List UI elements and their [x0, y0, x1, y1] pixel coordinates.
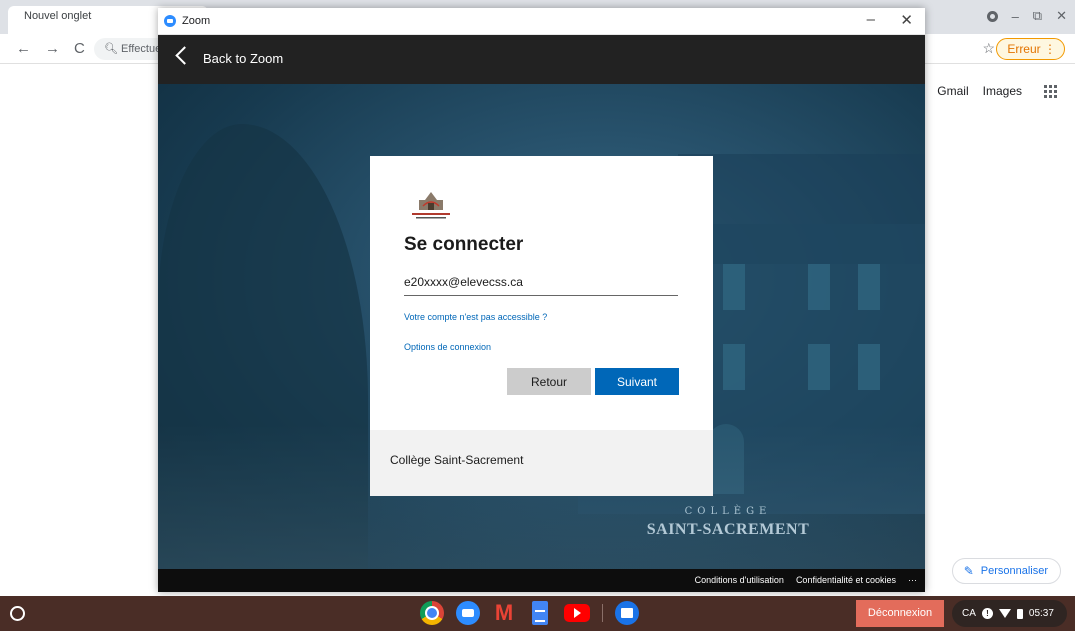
customize-label: Personnaliser: [980, 565, 1048, 577]
browser-window-controls: – ⧉ ✕: [986, 8, 1067, 24]
signin-footer-bar: Conditions d'utilisation Confidentialité…: [158, 569, 925, 592]
omnibox-placeholder: Effectue: [121, 43, 162, 55]
gmail-icon[interactable]: M: [492, 601, 516, 625]
organization-name: Collège Saint-Sacrement: [390, 453, 524, 467]
back-arrow-icon[interactable]: ←: [16, 40, 31, 57]
error-label: Erreur: [1007, 42, 1041, 56]
chevron-left-icon: [175, 46, 194, 65]
notification-icon: !: [981, 608, 993, 619]
back-button[interactable]: Retour: [507, 368, 591, 395]
terms-link[interactable]: Conditions d'utilisation: [695, 575, 784, 585]
next-button[interactable]: Suivant: [595, 368, 679, 395]
more-options-icon[interactable]: ···: [908, 575, 917, 585]
pencil-icon: ✎: [963, 564, 974, 578]
tab-title: Nouvel onglet: [24, 10, 92, 22]
building-window: [858, 264, 880, 310]
building-window: [723, 264, 745, 310]
google-links: Gmail Images: [937, 84, 1057, 98]
signin-heading: Se connecter: [404, 234, 524, 255]
shelf-separator: [602, 604, 603, 622]
menu-kebab-icon: ⋮: [1044, 42, 1056, 56]
language-indicator: CA: [962, 608, 976, 619]
battery-icon: [1016, 608, 1023, 619]
gmail-link[interactable]: Gmail: [937, 84, 968, 98]
college-watermark-line2: SAINT-SACREMENT: [646, 521, 810, 538]
apps-grid-icon[interactable]: [1044, 84, 1057, 98]
chromeos-shelf: M Déconnexion CA ! 05:37: [0, 596, 1075, 631]
account-inaccessible-link[interactable]: Votre compte n'est pas accessible ?: [404, 312, 547, 322]
wifi-icon: [998, 609, 1011, 618]
docs-icon[interactable]: [532, 601, 548, 625]
forward-arrow-icon[interactable]: →: [45, 40, 60, 57]
images-link[interactable]: Images: [983, 84, 1022, 98]
error-button[interactable]: Erreur ⋮: [996, 38, 1065, 60]
college-watermark-line1: COLLÈGE: [684, 506, 772, 517]
building-window: [808, 264, 830, 310]
college-logo-icon: [412, 192, 450, 219]
reload-icon[interactable]: C: [74, 40, 85, 57]
footer-links: Conditions d'utilisation Confidentialité…: [695, 575, 917, 585]
signin-card: Se connecter Votre compte n'est pas acce…: [370, 156, 713, 496]
search-icon: 🔍︎: [104, 43, 122, 55]
close-icon[interactable]: ✕: [1056, 8, 1067, 24]
zoom-window-title: Zoom: [182, 15, 211, 27]
building-window: [723, 344, 745, 390]
email-field[interactable]: [404, 272, 678, 296]
back-to-zoom-bar[interactable]: Back to Zoom: [158, 35, 925, 84]
privacy-link[interactable]: Confidentialité et cookies: [796, 575, 896, 585]
signin-options-link[interactable]: Options de connexion: [404, 342, 491, 352]
status-tray[interactable]: CA ! 05:37: [952, 600, 1067, 627]
zoom-icon[interactable]: [456, 601, 480, 625]
restore-icon[interactable]: ⧉: [1033, 8, 1042, 24]
close-icon[interactable]: ✕: [900, 11, 913, 29]
launcher-icon[interactable]: [10, 606, 25, 621]
customize-button[interactable]: ✎ Personnaliser: [951, 558, 1061, 584]
organization-footer: Collège Saint-Sacrement: [370, 430, 713, 496]
building-window: [808, 344, 830, 390]
clock: 05:37: [1028, 608, 1054, 619]
back-to-zoom-label: Back to Zoom: [203, 51, 284, 66]
pinned-apps: M: [420, 601, 639, 625]
profile-icon[interactable]: [986, 10, 998, 22]
desktop: Nouvel onglet – ⧉ ✕ ← → C 🔍︎ Effectue ☆ …: [0, 0, 1075, 631]
sign-out-button[interactable]: Déconnexion: [856, 600, 944, 627]
minimize-icon[interactable]: –: [867, 11, 875, 28]
zoom-logo-icon: [164, 15, 176, 27]
navigation-buttons: ← → C: [16, 40, 85, 57]
building-window: [858, 344, 880, 390]
youtube-icon[interactable]: [564, 604, 590, 622]
zoom-title-bar: Zoom – ✕: [158, 8, 925, 35]
zoom-window: Zoom – ✕ Back to Zoom COLLÈGE SAINT-SACR…: [158, 8, 925, 592]
minimize-icon[interactable]: –: [1012, 9, 1019, 24]
files-icon[interactable]: [615, 601, 639, 625]
chrome-icon[interactable]: [420, 601, 444, 625]
bookmark-star-icon[interactable]: ☆: [982, 40, 995, 57]
